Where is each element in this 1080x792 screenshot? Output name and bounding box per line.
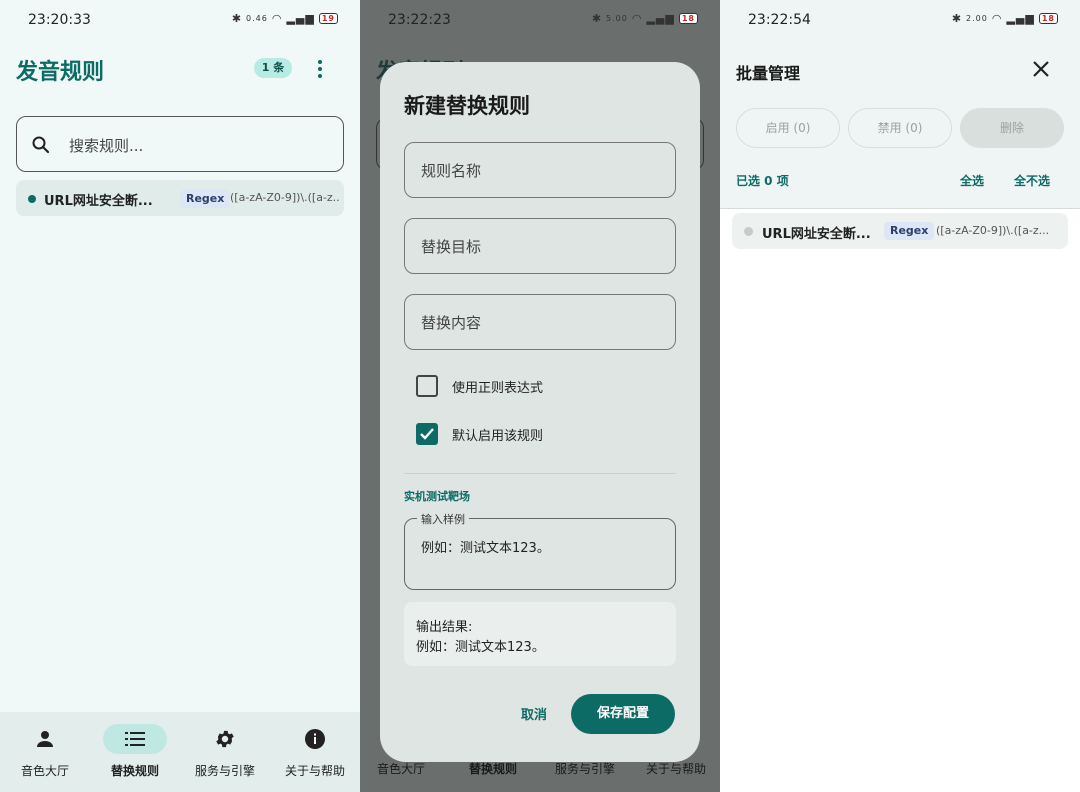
new-rule-dialog: 新建替换规则 规则名称 替换目标 替换内容 使用正则表达式 默认启用该规则 实机… [380, 62, 700, 762]
status-bar: 23:20:33 ✱ 0.46 ◠ ▂▄▆ 19 [0, 0, 360, 40]
rule-list-item[interactable]: URL网址安全断... Regex ([a-zA-Z0-9])\.([a-z..… [16, 180, 344, 216]
disable-button[interactable]: 禁用 (0) [848, 108, 952, 148]
batch-header: 批量管理 启用 (0) 禁用 (0) 删除 已选 0 项 全选 全不选 [720, 32, 1080, 208]
nav-about-help[interactable]: 关于与帮助 [270, 712, 360, 792]
bg-nav-label: 替换规则 [469, 762, 518, 776]
nav-replace-rules[interactable]: 替换规则 [90, 712, 180, 792]
list-icon [125, 732, 145, 746]
status-icons: ✱ 2.00 ◠ ▂▄▆ 18 [952, 12, 1058, 25]
net-speed: 0.46 [246, 14, 268, 23]
signal-icon: ▂▄▆ [646, 12, 675, 25]
batch-title: 批量管理 [736, 64, 801, 83]
bluetooth-icon: ✱ [231, 12, 243, 25]
rule-name: URL网址安全断... [762, 227, 871, 242]
regex-checkbox-label: 使用正则表达式 [452, 381, 544, 396]
divider [404, 473, 676, 474]
divider [720, 208, 1080, 209]
status-icons: ✱ 5.00 ◠ ▂▄▆ 18 [592, 12, 698, 25]
rule-pattern: ([a-zA-Z0-9])\.([a-z... [936, 224, 1050, 237]
output-value: 例如：测试文本123。 [416, 640, 545, 655]
status-time: 23:22:23 [388, 12, 451, 28]
dialog-title: 新建替换规则 [404, 94, 530, 118]
status-bar: 23:22:23 ✱ 5.00 ◠ ▂▄▆ 18 [360, 0, 720, 40]
person-icon [37, 731, 53, 747]
select-all-button[interactable]: 全选 [960, 172, 984, 189]
rule-pattern: ([a-zA-Z0-9])\.([a-z... [230, 191, 340, 204]
search-placeholder: 搜索规则... [69, 137, 144, 155]
status-time: 23:20:33 [28, 12, 91, 28]
selected-count: 已选 0 项 [736, 174, 789, 188]
test-section-label: 实机测试靶场 [404, 490, 470, 503]
sample-input-value: 例如：测试文本123。 [421, 541, 550, 556]
status-time: 23:22:54 [748, 12, 811, 28]
bg-nav-label: 服务与引擎 [555, 762, 616, 776]
status-icons: ✱ 0.46 ◠ ▂▄▆ 19 [232, 12, 338, 25]
check-icon [420, 428, 434, 440]
nav-service-engine[interactable]: 服务与引擎 [180, 712, 270, 792]
rule-list-item[interactable]: URL网址安全断... Regex ([a-zA-Z0-9])\.([a-z..… [732, 213, 1068, 249]
wifi-icon: ◠ [991, 12, 1003, 25]
rules-screen: 23:20:33 ✱ 0.46 ◠ ▂▄▆ 19 发音规则 1 条 搜索规则..… [0, 0, 360, 792]
new-rule-dialog-screen: 23:22:23 ✱ 5.00 ◠ ▂▄▆ 18 发音规则 音色大厅 替换规则 … [360, 0, 720, 792]
info-icon [305, 729, 325, 749]
rule-count-badge: 1 条 [254, 58, 292, 78]
gear-icon [216, 730, 234, 748]
signal-icon: ▂▄▆ [286, 12, 315, 25]
net-speed: 5.00 [606, 14, 628, 23]
enable-checkbox-label: 默认启用该规则 [452, 429, 544, 444]
enable-button[interactable]: 启用 (0) [736, 108, 840, 148]
delete-button[interactable]: 删除 [960, 108, 1064, 148]
bluetooth-icon: ✱ [591, 12, 603, 25]
sample-input-legend: 输入样例 [417, 511, 469, 527]
battery-icon: 19 [318, 13, 338, 24]
cancel-button[interactable]: 取消 [510, 704, 558, 728]
page-title: 发音规则 [16, 60, 105, 85]
bg-nav-label: 关于与帮助 [646, 762, 707, 776]
bg-nav-label: 音色大厅 [377, 762, 426, 776]
wifi-icon: ◠ [631, 12, 643, 25]
bluetooth-icon: ✱ [951, 12, 963, 25]
rule-select-dot[interactable] [744, 227, 753, 236]
search-icon [32, 136, 50, 154]
close-icon[interactable] [1030, 58, 1052, 80]
output-result-box: 输出结果: 例如：测试文本123。 [404, 602, 676, 666]
regex-tag: Regex [180, 190, 231, 208]
wifi-icon: ◠ [271, 12, 283, 25]
regex-tag: Regex [884, 222, 935, 240]
save-config-button[interactable]: 保存配置 [571, 694, 675, 734]
rule-enabled-dot [28, 195, 36, 203]
bottom-nav: 音色大厅 替换规则 服务与引擎 关于与帮助 [0, 712, 360, 792]
replace-content-field[interactable]: 替换内容 [404, 294, 676, 350]
sample-input-field[interactable]: 输入样例 例如：测试文本123。 [404, 511, 676, 590]
enable-checkbox[interactable] [416, 423, 438, 445]
signal-icon: ▂▄▆ [1006, 12, 1035, 25]
nav-voice-hall[interactable]: 音色大厅 [0, 712, 90, 792]
replace-target-field[interactable]: 替换目标 [404, 218, 676, 274]
select-none-button[interactable]: 全不选 [1014, 172, 1050, 189]
net-speed: 2.00 [966, 14, 988, 23]
search-input[interactable]: 搜索规则... [16, 116, 344, 172]
regex-checkbox[interactable] [416, 375, 438, 397]
more-vert-icon[interactable] [312, 58, 328, 80]
rule-name-field[interactable]: 规则名称 [404, 142, 676, 198]
battery-icon: 18 [1038, 13, 1058, 24]
output-label: 输出结果: [416, 620, 473, 635]
rule-name: URL网址安全断... [44, 194, 153, 209]
battery-icon: 18 [678, 13, 698, 24]
batch-manage-screen: 23:22:54 ✱ 2.00 ◠ ▂▄▆ 18 批量管理 启用 (0) 禁用 … [720, 0, 1080, 792]
